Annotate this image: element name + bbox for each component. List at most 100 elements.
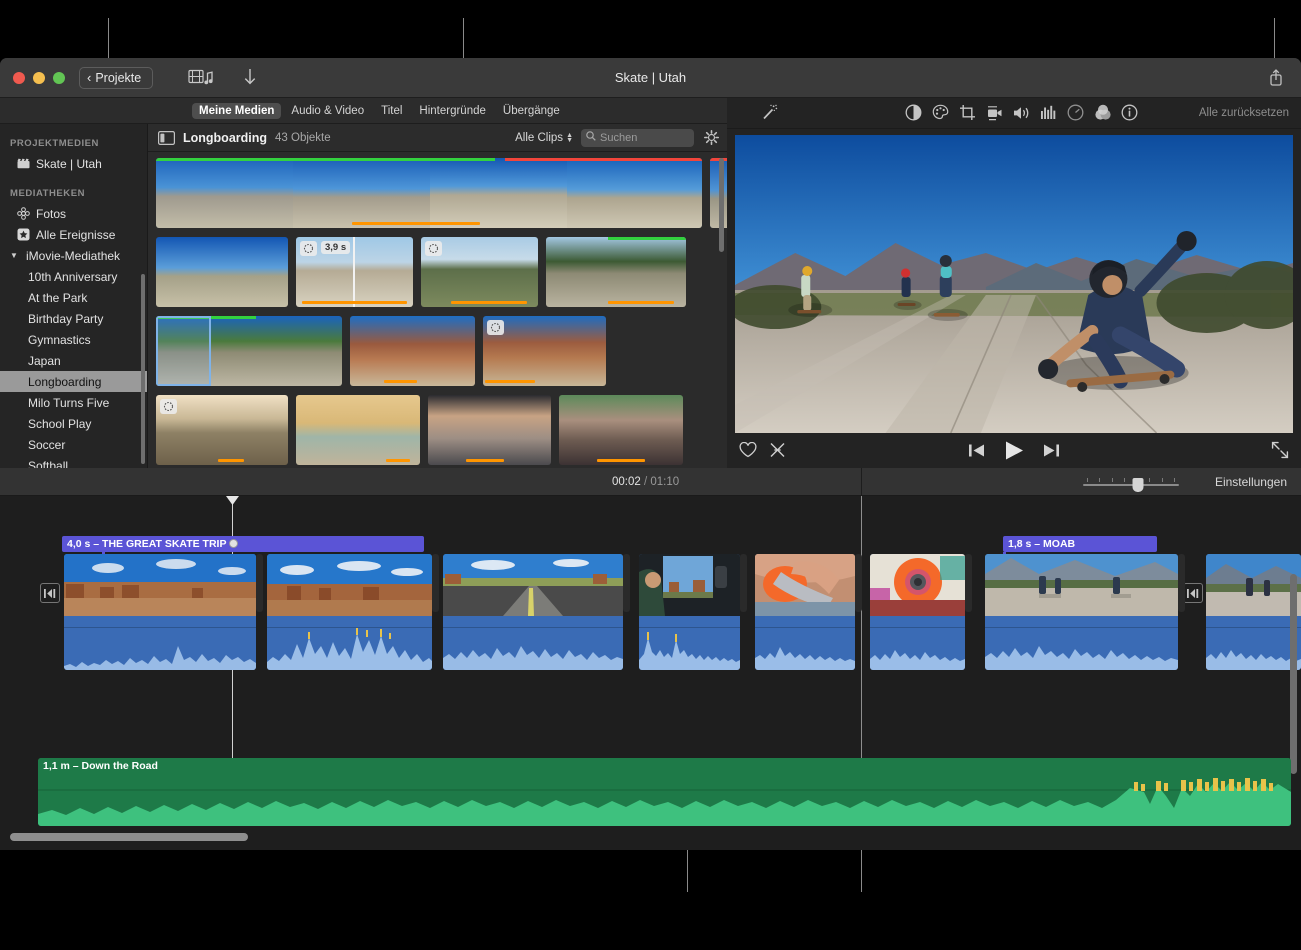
zoom-slider-knob[interactable] bbox=[1132, 478, 1143, 492]
media-clip[interactable] bbox=[546, 237, 686, 307]
timeline-video-clip[interactable] bbox=[870, 554, 965, 670]
sidebar-item-fotos[interactable]: Fotos bbox=[0, 203, 147, 224]
sidebar-item-birthday-party[interactable]: Birthday Party bbox=[0, 308, 147, 329]
volume-icon[interactable] bbox=[1008, 101, 1035, 125]
timeline-vertical-scrollbar[interactable] bbox=[1290, 574, 1297, 774]
sidebar-item-soccer[interactable]: Soccer bbox=[0, 434, 147, 455]
sidebar-toggle-icon[interactable] bbox=[158, 131, 175, 145]
zoom-button[interactable] bbox=[53, 72, 65, 84]
timeline-video-clip[interactable] bbox=[985, 554, 1178, 670]
media-clip[interactable] bbox=[483, 316, 606, 386]
clip-filter-icon[interactable] bbox=[1089, 101, 1116, 125]
rating-bar-rejected bbox=[505, 158, 702, 161]
minimize-button[interactable] bbox=[33, 72, 45, 84]
sidebar-scrollbar[interactable] bbox=[141, 274, 145, 464]
sidebar-item-softball[interactable]: Softball bbox=[0, 455, 147, 468]
timeline-horizontal-scrollbar[interactable] bbox=[10, 833, 248, 841]
media-clip[interactable]: 3,9 s bbox=[296, 237, 413, 307]
media-grid[interactable]: 3,9 s bbox=[148, 152, 727, 468]
clip-trim-handle[interactable] bbox=[1178, 554, 1185, 612]
clip-audio-waveform bbox=[1206, 616, 1301, 670]
clip-trim-handle[interactable] bbox=[740, 554, 747, 612]
skip-previous-icon[interactable] bbox=[968, 443, 985, 458]
timeline-video-clip[interactable] bbox=[1206, 554, 1301, 670]
media-clip[interactable] bbox=[421, 237, 538, 307]
viewer-pane: Alle zurücksetzen bbox=[727, 98, 1301, 468]
skip-next-icon[interactable] bbox=[1043, 443, 1060, 458]
back-to-projects-button[interactable]: ‹ Projekte bbox=[79, 67, 153, 89]
media-clip[interactable] bbox=[428, 395, 551, 465]
clip-trim-handle[interactable] bbox=[432, 554, 439, 612]
search-input[interactable]: Suchen bbox=[581, 129, 694, 147]
clip-trim-handle[interactable] bbox=[855, 554, 862, 612]
close-button[interactable] bbox=[13, 72, 25, 84]
media-clip[interactable] bbox=[296, 395, 420, 465]
color-balance-icon[interactable] bbox=[900, 101, 927, 125]
title-clip-keyframe[interactable] bbox=[229, 539, 238, 548]
zoom-slider-track[interactable] bbox=[1083, 484, 1179, 486]
media-grid-scrollbar[interactable] bbox=[719, 158, 724, 252]
media-clip[interactable] bbox=[156, 395, 288, 465]
timeline-video-clip[interactable] bbox=[755, 554, 855, 670]
timeline-video-clip[interactable] bbox=[443, 554, 623, 670]
sidebar-item-japan[interactable]: Japan bbox=[0, 350, 147, 371]
playhead-handle[interactable] bbox=[226, 496, 239, 505]
timeline-video-clip[interactable] bbox=[267, 554, 432, 670]
clip-end-button[interactable] bbox=[1183, 583, 1203, 603]
timeline-video-clip[interactable] bbox=[639, 554, 740, 670]
clip-trim-handle[interactable] bbox=[623, 554, 630, 612]
info-icon[interactable] bbox=[1116, 101, 1143, 125]
media-clip[interactable] bbox=[350, 316, 475, 386]
media-filmstrip[interactable] bbox=[156, 158, 702, 228]
title-clip[interactable]: 1,8 s – MOAB bbox=[1003, 536, 1157, 552]
timeline-canvas[interactable]: 4,0 s – THE GREAT SKATE TRIP 1,8 s – MOA… bbox=[0, 496, 1301, 850]
stabilize-icon bbox=[425, 241, 442, 256]
import-download-icon[interactable] bbox=[239, 67, 261, 89]
sidebar-item-longboarding[interactable]: Longboarding bbox=[0, 371, 147, 392]
stabilization-icon[interactable] bbox=[981, 101, 1008, 125]
media-clip[interactable] bbox=[156, 316, 342, 386]
video-preview[interactable] bbox=[735, 135, 1293, 433]
equalizer-icon[interactable] bbox=[1035, 101, 1062, 125]
timeline-audio-clip[interactable]: 1,1 m – Down the Road bbox=[38, 758, 1291, 826]
media-tab-bar: Meine Medien Audio & Video Titel Hinterg… bbox=[0, 98, 727, 124]
timeline-video-clip[interactable] bbox=[64, 554, 256, 670]
color-correction-icon[interactable] bbox=[927, 101, 954, 125]
crop-icon[interactable] bbox=[954, 101, 981, 125]
sidebar-item-school-play[interactable]: School Play bbox=[0, 413, 147, 434]
tab-audio-video[interactable]: Audio & Video bbox=[284, 103, 371, 119]
clip-start-button[interactable] bbox=[40, 583, 60, 603]
clip-trim-handle[interactable] bbox=[256, 554, 263, 612]
tab-hintergruende[interactable]: Hintergründe bbox=[412, 103, 492, 119]
sidebar-item-alle-ereignisse[interactable]: Alle Ereignisse bbox=[0, 224, 147, 245]
share-icon[interactable] bbox=[1265, 67, 1287, 89]
tab-uebergaenge[interactable]: Übergänge bbox=[496, 103, 567, 119]
disclosure-triangle-icon[interactable]: ▼ bbox=[10, 251, 20, 260]
media-clip[interactable] bbox=[156, 237, 288, 307]
clip-thumbnail bbox=[639, 554, 740, 616]
media-clip[interactable] bbox=[559, 395, 683, 465]
sidebar-item-at-the-park[interactable]: At the Park bbox=[0, 287, 147, 308]
sidebar-item-gymnastics[interactable]: Gymnastics bbox=[0, 329, 147, 350]
tab-meine-medien[interactable]: Meine Medien bbox=[192, 103, 281, 119]
fullscreen-icon[interactable] bbox=[1271, 441, 1289, 459]
magic-wand-icon[interactable] bbox=[755, 101, 782, 125]
favorite-indicator bbox=[485, 380, 535, 383]
reject-x-icon[interactable] bbox=[769, 442, 786, 458]
heart-icon[interactable] bbox=[739, 442, 757, 458]
clip-filter-popup[interactable]: Alle Clips ▲▼ bbox=[515, 132, 573, 144]
timeline-settings-button[interactable]: Einstellungen bbox=[1215, 475, 1287, 489]
film-music-icon[interactable] bbox=[187, 67, 213, 89]
timeline-zoom-slider[interactable] bbox=[1083, 478, 1179, 486]
sidebar-item-imovie-mediathek[interactable]: ▼ iMovie-Mediathek bbox=[0, 245, 147, 266]
sidebar-item-skate-utah[interactable]: Skate | Utah bbox=[0, 153, 147, 174]
speed-icon[interactable] bbox=[1062, 101, 1089, 125]
clip-trim-handle[interactable] bbox=[965, 554, 972, 612]
gear-icon[interactable] bbox=[704, 130, 719, 145]
reset-all-button[interactable]: Alle zurücksetzen bbox=[1199, 107, 1289, 119]
title-clip[interactable]: 4,0 s – THE GREAT SKATE TRIP bbox=[62, 536, 424, 552]
tab-titel[interactable]: Titel bbox=[374, 103, 409, 119]
play-icon[interactable] bbox=[1004, 440, 1024, 461]
sidebar-item-10th-anniversary[interactable]: 10th Anniversary bbox=[0, 266, 147, 287]
sidebar-item-milo-turns-five[interactable]: Milo Turns Five bbox=[0, 392, 147, 413]
